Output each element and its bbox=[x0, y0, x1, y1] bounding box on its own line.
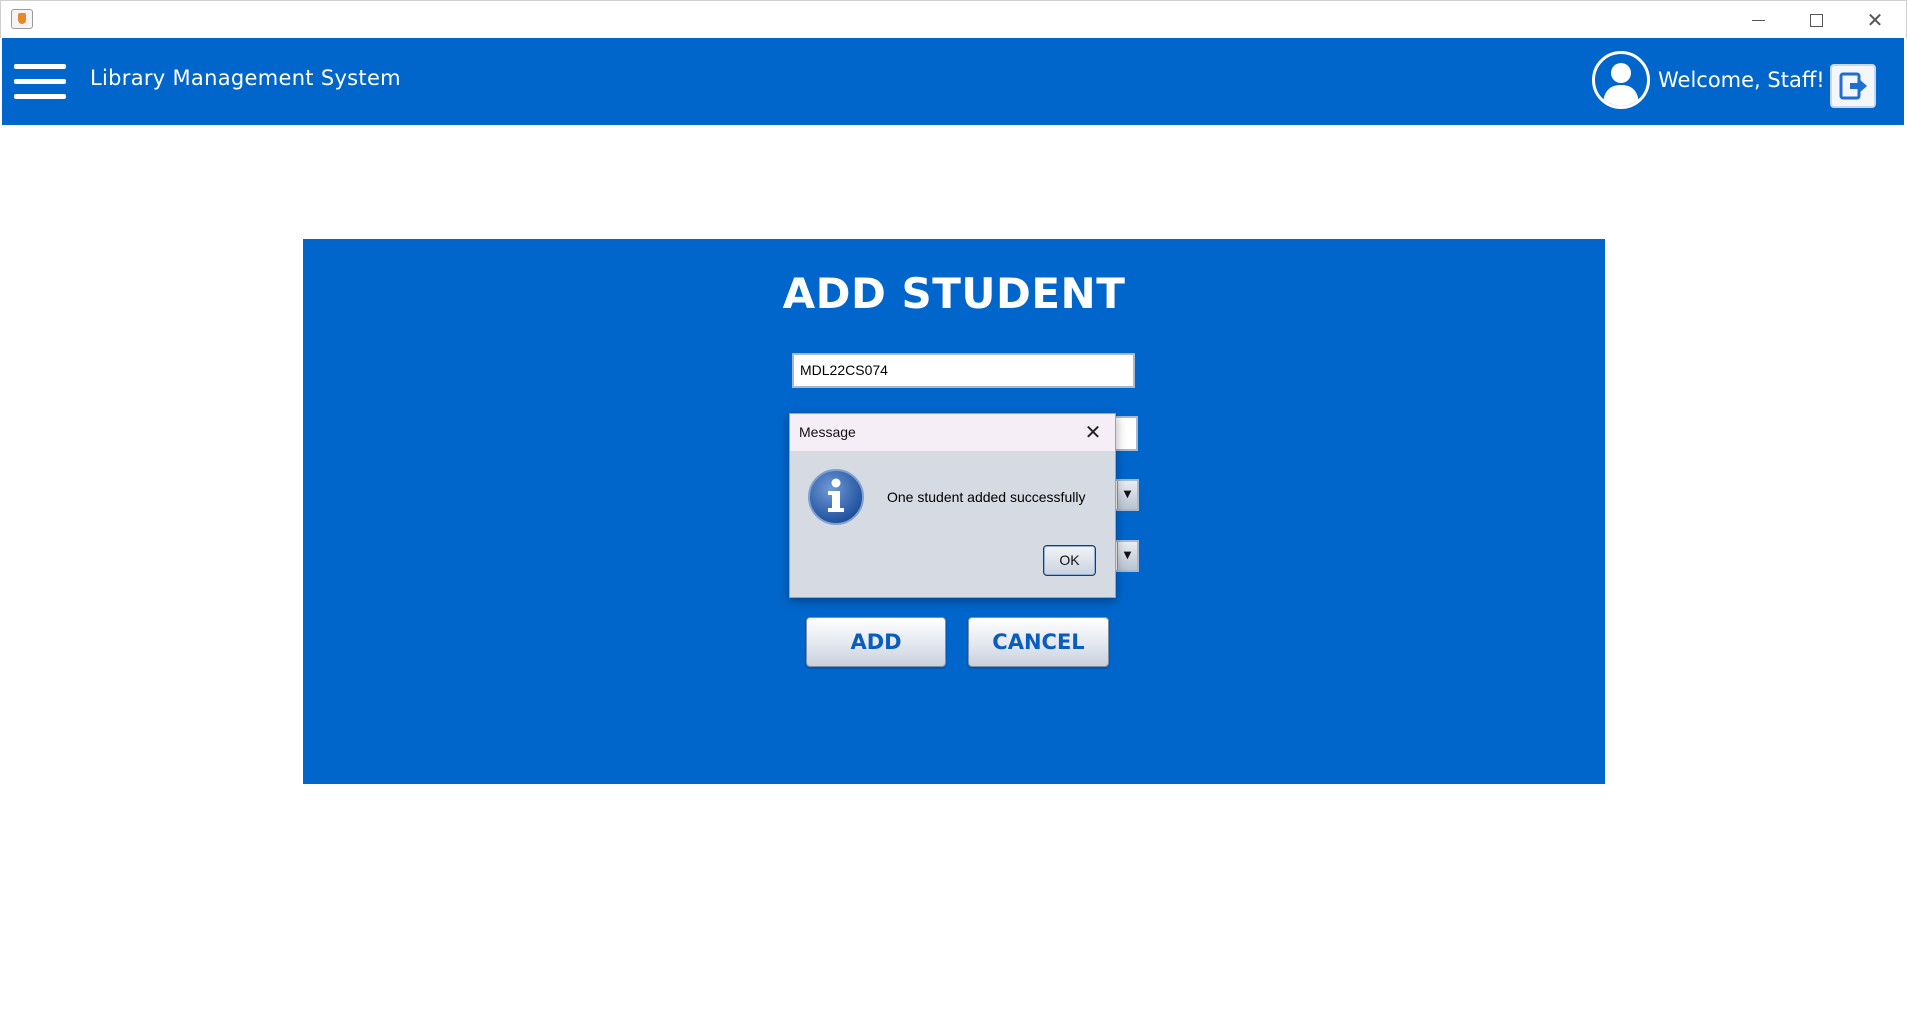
minimize-icon bbox=[1751, 19, 1765, 21]
message-dialog: Message ✕ One student added successfully… bbox=[789, 413, 1116, 598]
dialog-titlebar: Message ✕ bbox=[790, 414, 1115, 451]
close-icon: ✕ bbox=[1866, 8, 1884, 32]
logout-icon bbox=[1839, 72, 1867, 100]
form-title: ADD STUDENT bbox=[782, 269, 1126, 318]
window-titlebar: ✕ bbox=[0, 0, 1907, 38]
cancel-button[interactable]: CANCEL bbox=[968, 617, 1109, 667]
dialog-title: Message bbox=[799, 424, 856, 440]
maximize-icon bbox=[1809, 13, 1823, 27]
logout-button[interactable] bbox=[1830, 64, 1876, 108]
user-avatar-icon bbox=[1592, 51, 1650, 109]
ok-button[interactable]: OK bbox=[1043, 545, 1096, 576]
window-close-button[interactable]: ✕ bbox=[1846, 1, 1904, 39]
minimize-button[interactable] bbox=[1729, 1, 1787, 39]
app-title: Library Management System bbox=[90, 66, 401, 90]
dialog-message: One student added successfully bbox=[887, 489, 1086, 505]
dialog-close-button[interactable]: ✕ bbox=[1081, 420, 1105, 444]
add-button[interactable]: ADD bbox=[806, 617, 946, 667]
app-header: Library Management System Welcome, Staff… bbox=[2, 38, 1904, 125]
info-icon bbox=[807, 468, 865, 526]
hamburger-menu-icon[interactable] bbox=[14, 64, 66, 100]
dropdown-arrow-icon[interactable]: ▼ bbox=[1117, 481, 1137, 509]
maximize-button[interactable] bbox=[1787, 1, 1845, 39]
java-app-icon bbox=[11, 9, 33, 29]
dropdown-arrow-icon[interactable]: ▼ bbox=[1117, 542, 1137, 570]
student-id-input[interactable]: MDL22CS074 bbox=[792, 353, 1135, 388]
welcome-text: Welcome, Staff! bbox=[1658, 68, 1825, 92]
